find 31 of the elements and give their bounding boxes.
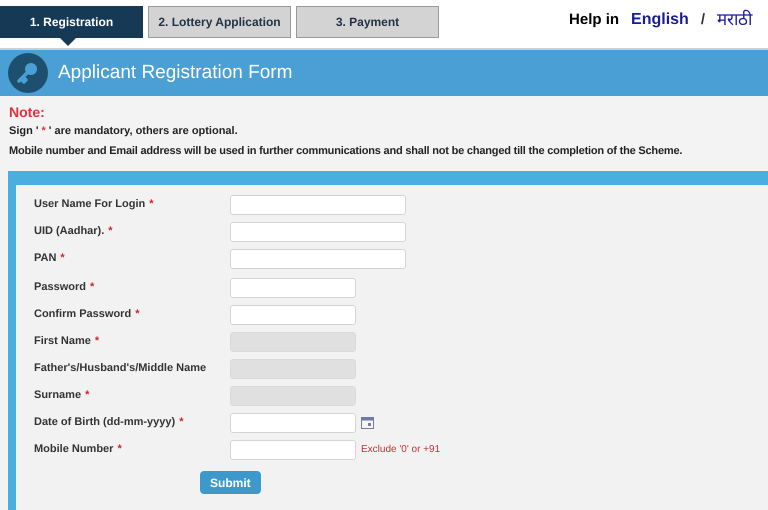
field-label: Father's/Husband's/Middle Name xyxy=(34,361,208,376)
note-title: Note: xyxy=(9,104,46,120)
input-field[interactable] xyxy=(230,222,406,242)
language-link[interactable]: मराठी xyxy=(717,7,752,32)
field-label: Confirm Password * xyxy=(34,307,140,322)
form-title: Applicant Registration Form xyxy=(58,60,292,85)
step-tab[interactable]: 2. Lottery Application xyxy=(148,6,291,38)
step-tab[interactable]: 3. Payment xyxy=(296,6,439,38)
key-icon xyxy=(8,53,48,93)
input-field[interactable] xyxy=(230,440,356,460)
note-text: Mobile number and Email address will be used in further communications and shall not be changed till the completion of the Scheme. xyxy=(9,144,682,159)
field-label: Date of Birth (dd-mm-yyyy) * xyxy=(34,415,184,430)
input-field[interactable] xyxy=(230,248,406,268)
field-label: First Name * xyxy=(34,334,100,350)
help-label: Help in xyxy=(569,10,620,30)
field-label: User Name For Login * xyxy=(34,197,155,212)
input-field[interactable] xyxy=(230,278,356,298)
note-text: Sign ' * ' are mandatory, others are optional. xyxy=(9,124,238,139)
field-label: Surname * xyxy=(34,388,90,404)
language-link[interactable]: English xyxy=(631,8,689,32)
step-tab[interactable]: 1. Registration xyxy=(0,6,143,38)
input-field[interactable] xyxy=(230,412,356,432)
separator: / xyxy=(700,10,705,30)
field-label: UID (Aadhar). * xyxy=(34,224,114,240)
hint-text: Exclude '0' or +91 xyxy=(361,443,440,457)
input-field[interactable] xyxy=(230,194,406,214)
field-label: Password * xyxy=(34,280,96,296)
input-field[interactable] xyxy=(230,304,356,324)
field-label: Mobile Number * xyxy=(34,442,123,458)
field-label: PAN * xyxy=(34,251,66,266)
calendar-icon[interactable] xyxy=(361,416,374,428)
